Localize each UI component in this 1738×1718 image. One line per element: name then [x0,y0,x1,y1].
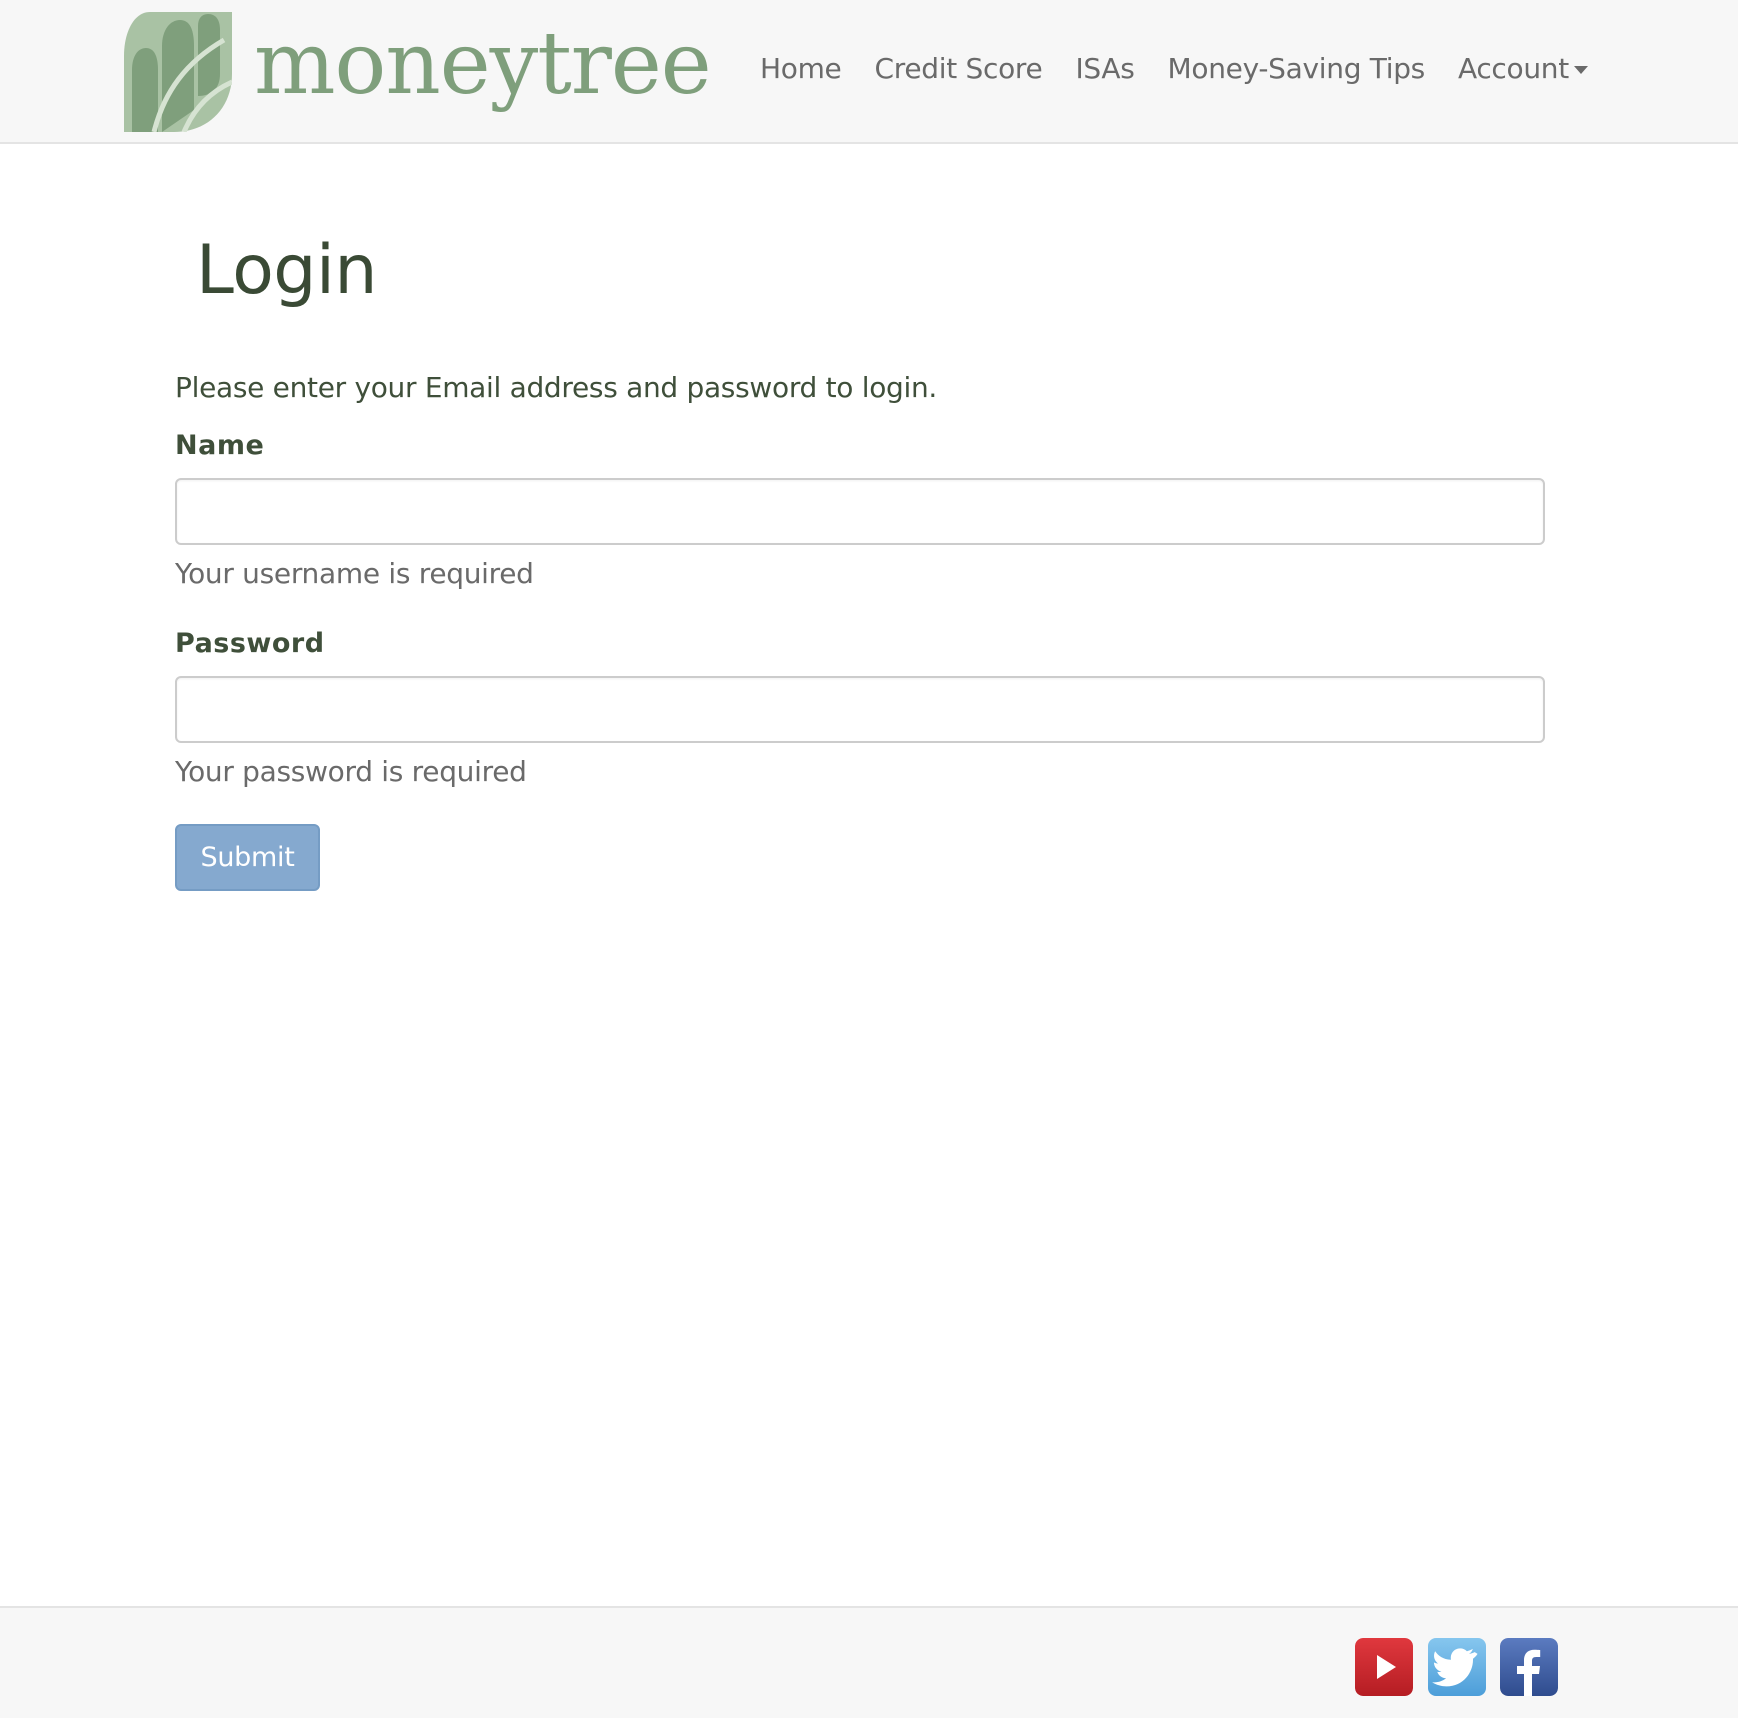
password-input[interactable] [175,676,1545,743]
nav-money-saving-tips[interactable]: Money-Saving Tips [1168,52,1426,85]
brand-logo-link[interactable]: moneytree [124,12,712,132]
submit-button[interactable]: Submit [175,824,320,891]
brand-name: moneytree [254,14,712,114]
nav-isas[interactable]: ISAs [1075,52,1134,85]
name-input[interactable] [175,478,1545,545]
login-instructions: Please enter your Email address and pass… [175,371,938,404]
password-label: Password [175,628,325,659]
nav-account-label: Account [1457,51,1569,85]
main-nav: Home Credit Score ISAs Money-Saving Tips… [760,46,1588,90]
moneytree-logo-icon [124,12,232,132]
navbar: moneytree Home Credit Score ISAs Money-S… [0,0,1738,144]
page-title: Login [196,231,377,310]
twitter-icon[interactable] [1428,1638,1486,1696]
name-help-text: Your username is required [175,557,534,590]
password-help-text: Your password is required [175,755,527,788]
nav-account-dropdown[interactable]: Account [1458,52,1588,85]
nav-home[interactable]: Home [760,52,842,85]
caret-down-icon [1573,66,1588,74]
facebook-icon[interactable] [1500,1638,1558,1696]
footer [0,1606,1738,1718]
nav-credit-score[interactable]: Credit Score [875,52,1043,85]
youtube-icon[interactable] [1355,1638,1413,1696]
name-label: Name [175,430,265,461]
